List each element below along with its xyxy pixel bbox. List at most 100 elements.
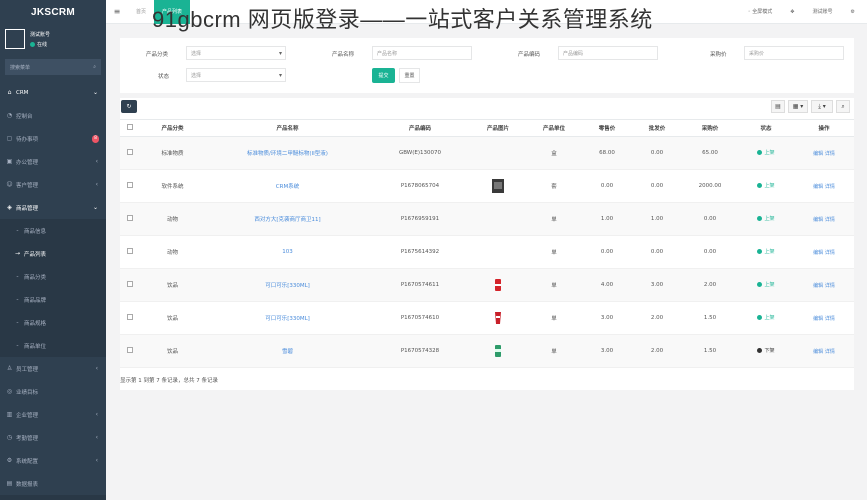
table-row[interactable]: 软件系统 CRM系统 P1678065704 套 0.00 0.00 2000.00 上架 编辑…: [120, 169, 854, 203]
sidebar-item-17[interactable]: ▤ 数据报表: [0, 472, 106, 495]
sidebar-item-15[interactable]: ◷ 考勤管理 ‹: [0, 426, 106, 449]
product-name-link[interactable]: 西对方大[克袭商厅商卫11]: [254, 217, 320, 223]
product-image[interactable]: [492, 312, 504, 324]
status-badge[interactable]: 下架: [757, 347, 775, 354]
row-checkbox[interactable]: [127, 281, 133, 287]
table-row[interactable]: 动物 西对方大[克袭商厅商卫11] P1676959191 单 1.00 1.00 0.00…: [120, 202, 854, 236]
status-select[interactable]: 选择: [186, 68, 286, 82]
status-badge[interactable]: 上架: [757, 215, 775, 222]
header-unit[interactable]: 产品单位: [526, 119, 582, 137]
product-name-link[interactable]: 标准物质/环境二甲醚标物(II型液): [247, 151, 328, 157]
header-name[interactable]: 产品名称: [205, 119, 370, 137]
fullscreen-link[interactable]: ◦ 全屏模式: [748, 8, 773, 15]
header-checkbox-cell[interactable]: [120, 119, 140, 137]
refresh-button[interactable]: ↻: [121, 100, 137, 113]
header-image[interactable]: 产品图片: [470, 119, 526, 137]
table-row[interactable]: 动物 103 P1675614392 单 0.00 0.00 0.00 上架 编辑 详情: [120, 235, 854, 269]
detail-link[interactable]: 详情: [825, 316, 835, 322]
reset-button[interactable]: 重置: [399, 68, 420, 83]
row-checkbox-cell[interactable]: [120, 169, 140, 203]
header-retail[interactable]: 零售价: [582, 119, 632, 137]
table-row[interactable]: 饮品 可口可乐[330ML] P1670574611 单 4.00 3.00 2.00 上架 编…: [120, 268, 854, 302]
header-wholesale[interactable]: 批发价: [632, 119, 682, 137]
header-purchase[interactable]: 采购价: [682, 119, 738, 137]
row-checkbox[interactable]: [127, 215, 133, 221]
sidebar-item-11[interactable]: - 商品单位: [0, 334, 106, 357]
row-checkbox[interactable]: [127, 248, 133, 254]
cell-image[interactable]: [470, 235, 526, 269]
sidebar-item-18[interactable]: ⚒常规管理new: [0, 495, 106, 500]
detail-link[interactable]: 详情: [825, 349, 835, 355]
sidebar-item-10[interactable]: - 商品规格: [0, 311, 106, 334]
header-ops[interactable]: 操作: [794, 119, 854, 137]
name-input[interactable]: 产品名称: [372, 46, 472, 60]
table-row[interactable]: 饮品 可口可乐[330ML] P1670574610 单 3.00 2.00 1.50 上架 编…: [120, 301, 854, 335]
status-badge[interactable]: 上架: [757, 248, 775, 255]
table-search-button[interactable]: ⌕: [836, 100, 850, 113]
edit-link[interactable]: 编辑: [813, 184, 823, 190]
cell-image[interactable]: [470, 136, 526, 170]
cell-image[interactable]: [470, 169, 526, 203]
sidebar-item-14[interactable]: ▥ 企业管理 ‹: [0, 403, 106, 426]
edit-link[interactable]: 编辑: [813, 217, 823, 223]
cell-image[interactable]: [470, 202, 526, 236]
row-checkbox[interactable]: [127, 314, 133, 320]
header-status[interactable]: 状态: [738, 119, 794, 137]
row-checkbox-cell[interactable]: [120, 301, 140, 335]
product-name-link[interactable]: 可口可乐[330ML]: [265, 283, 310, 289]
detail-link[interactable]: 详情: [825, 151, 835, 157]
detail-link[interactable]: 详情: [825, 184, 835, 190]
search-icon[interactable]: ⌕: [93, 64, 96, 70]
edit-link[interactable]: 编辑: [813, 151, 823, 157]
row-checkbox-cell[interactable]: [120, 202, 140, 236]
row-checkbox-cell[interactable]: [120, 136, 140, 170]
sidebar-item-0[interactable]: ⌂ CRM ⌄: [0, 81, 106, 104]
status-badge[interactable]: 上架: [757, 182, 775, 189]
header-code[interactable]: 产品编码: [370, 119, 470, 137]
edit-link[interactable]: 编辑: [813, 349, 823, 355]
row-checkbox-cell[interactable]: [120, 268, 140, 302]
code-input[interactable]: 产品编码: [558, 46, 658, 60]
cell-image[interactable]: [470, 334, 526, 368]
sidebar-item-8[interactable]: - 商品分类: [0, 265, 106, 288]
row-checkbox-cell[interactable]: [120, 235, 140, 269]
sidebar-item-2[interactable]: ▢ 待办事项 8: [0, 127, 106, 150]
cell-image[interactable]: [470, 268, 526, 302]
list-view-button[interactable]: ▤: [771, 100, 785, 113]
product-image[interactable]: [492, 179, 504, 193]
product-name-link[interactable]: 可口可乐[330ML]: [265, 316, 310, 322]
user-menu[interactable]: 测试账号: [813, 8, 833, 15]
detail-link[interactable]: 详情: [825, 217, 835, 223]
export-button[interactable]: ⤓ ▾: [811, 100, 833, 113]
detail-link[interactable]: 详情: [825, 250, 835, 256]
select-all-checkbox[interactable]: [127, 124, 133, 130]
edit-link[interactable]: 编辑: [813, 316, 823, 322]
row-checkbox[interactable]: [127, 347, 133, 353]
edit-link[interactable]: 编辑: [813, 283, 823, 289]
menu-search-input[interactable]: 搜索菜单 ⌕: [5, 59, 101, 75]
table-row[interactable]: 标准物质 标准物质/环境二甲醚标物(II型液) GBW(E)130070 盒 68.00…: [120, 136, 854, 170]
row-checkbox[interactable]: [127, 149, 133, 155]
sidebar-item-3[interactable]: ▣ 办公管理 ‹: [0, 150, 106, 173]
sidebar-item-1[interactable]: ◔ 控制台: [0, 104, 106, 127]
edit-link[interactable]: 编辑: [813, 250, 823, 256]
avatar[interactable]: [5, 29, 25, 49]
sidebar-item-9[interactable]: - 商品品牌: [0, 288, 106, 311]
product-name-link[interactable]: 雪碧: [282, 349, 293, 355]
product-image[interactable]: [492, 279, 504, 291]
detail-link[interactable]: 详情: [825, 283, 835, 289]
sidebar-item-13[interactable]: ◎ 业绩目标: [0, 380, 106, 403]
submit-button[interactable]: 提交: [372, 68, 395, 83]
tab-home[interactable]: 首页: [128, 0, 154, 24]
columns-button[interactable]: ▦ ▾: [788, 100, 808, 113]
sidebar-item-12[interactable]: ♙ 员工管理 ‹: [0, 357, 106, 380]
category-select[interactable]: 选择: [186, 46, 286, 60]
product-name-link[interactable]: 103: [282, 249, 293, 255]
fullscreen-icon[interactable]: ✥: [790, 9, 794, 15]
table-row[interactable]: 饮品 雪碧 P1670574328 单 3.00 2.00 1.50 下架 编辑 详情: [120, 334, 854, 368]
sidebar-item-5[interactable]: ◈ 商品管理 ⌄: [0, 196, 106, 219]
sidebar-item-6[interactable]: - 商品信息: [0, 219, 106, 242]
status-badge[interactable]: 上架: [757, 281, 775, 288]
gear-icon[interactable]: ⚙: [851, 9, 855, 15]
sidebar-item-7[interactable]: → 产品列表: [0, 242, 106, 265]
